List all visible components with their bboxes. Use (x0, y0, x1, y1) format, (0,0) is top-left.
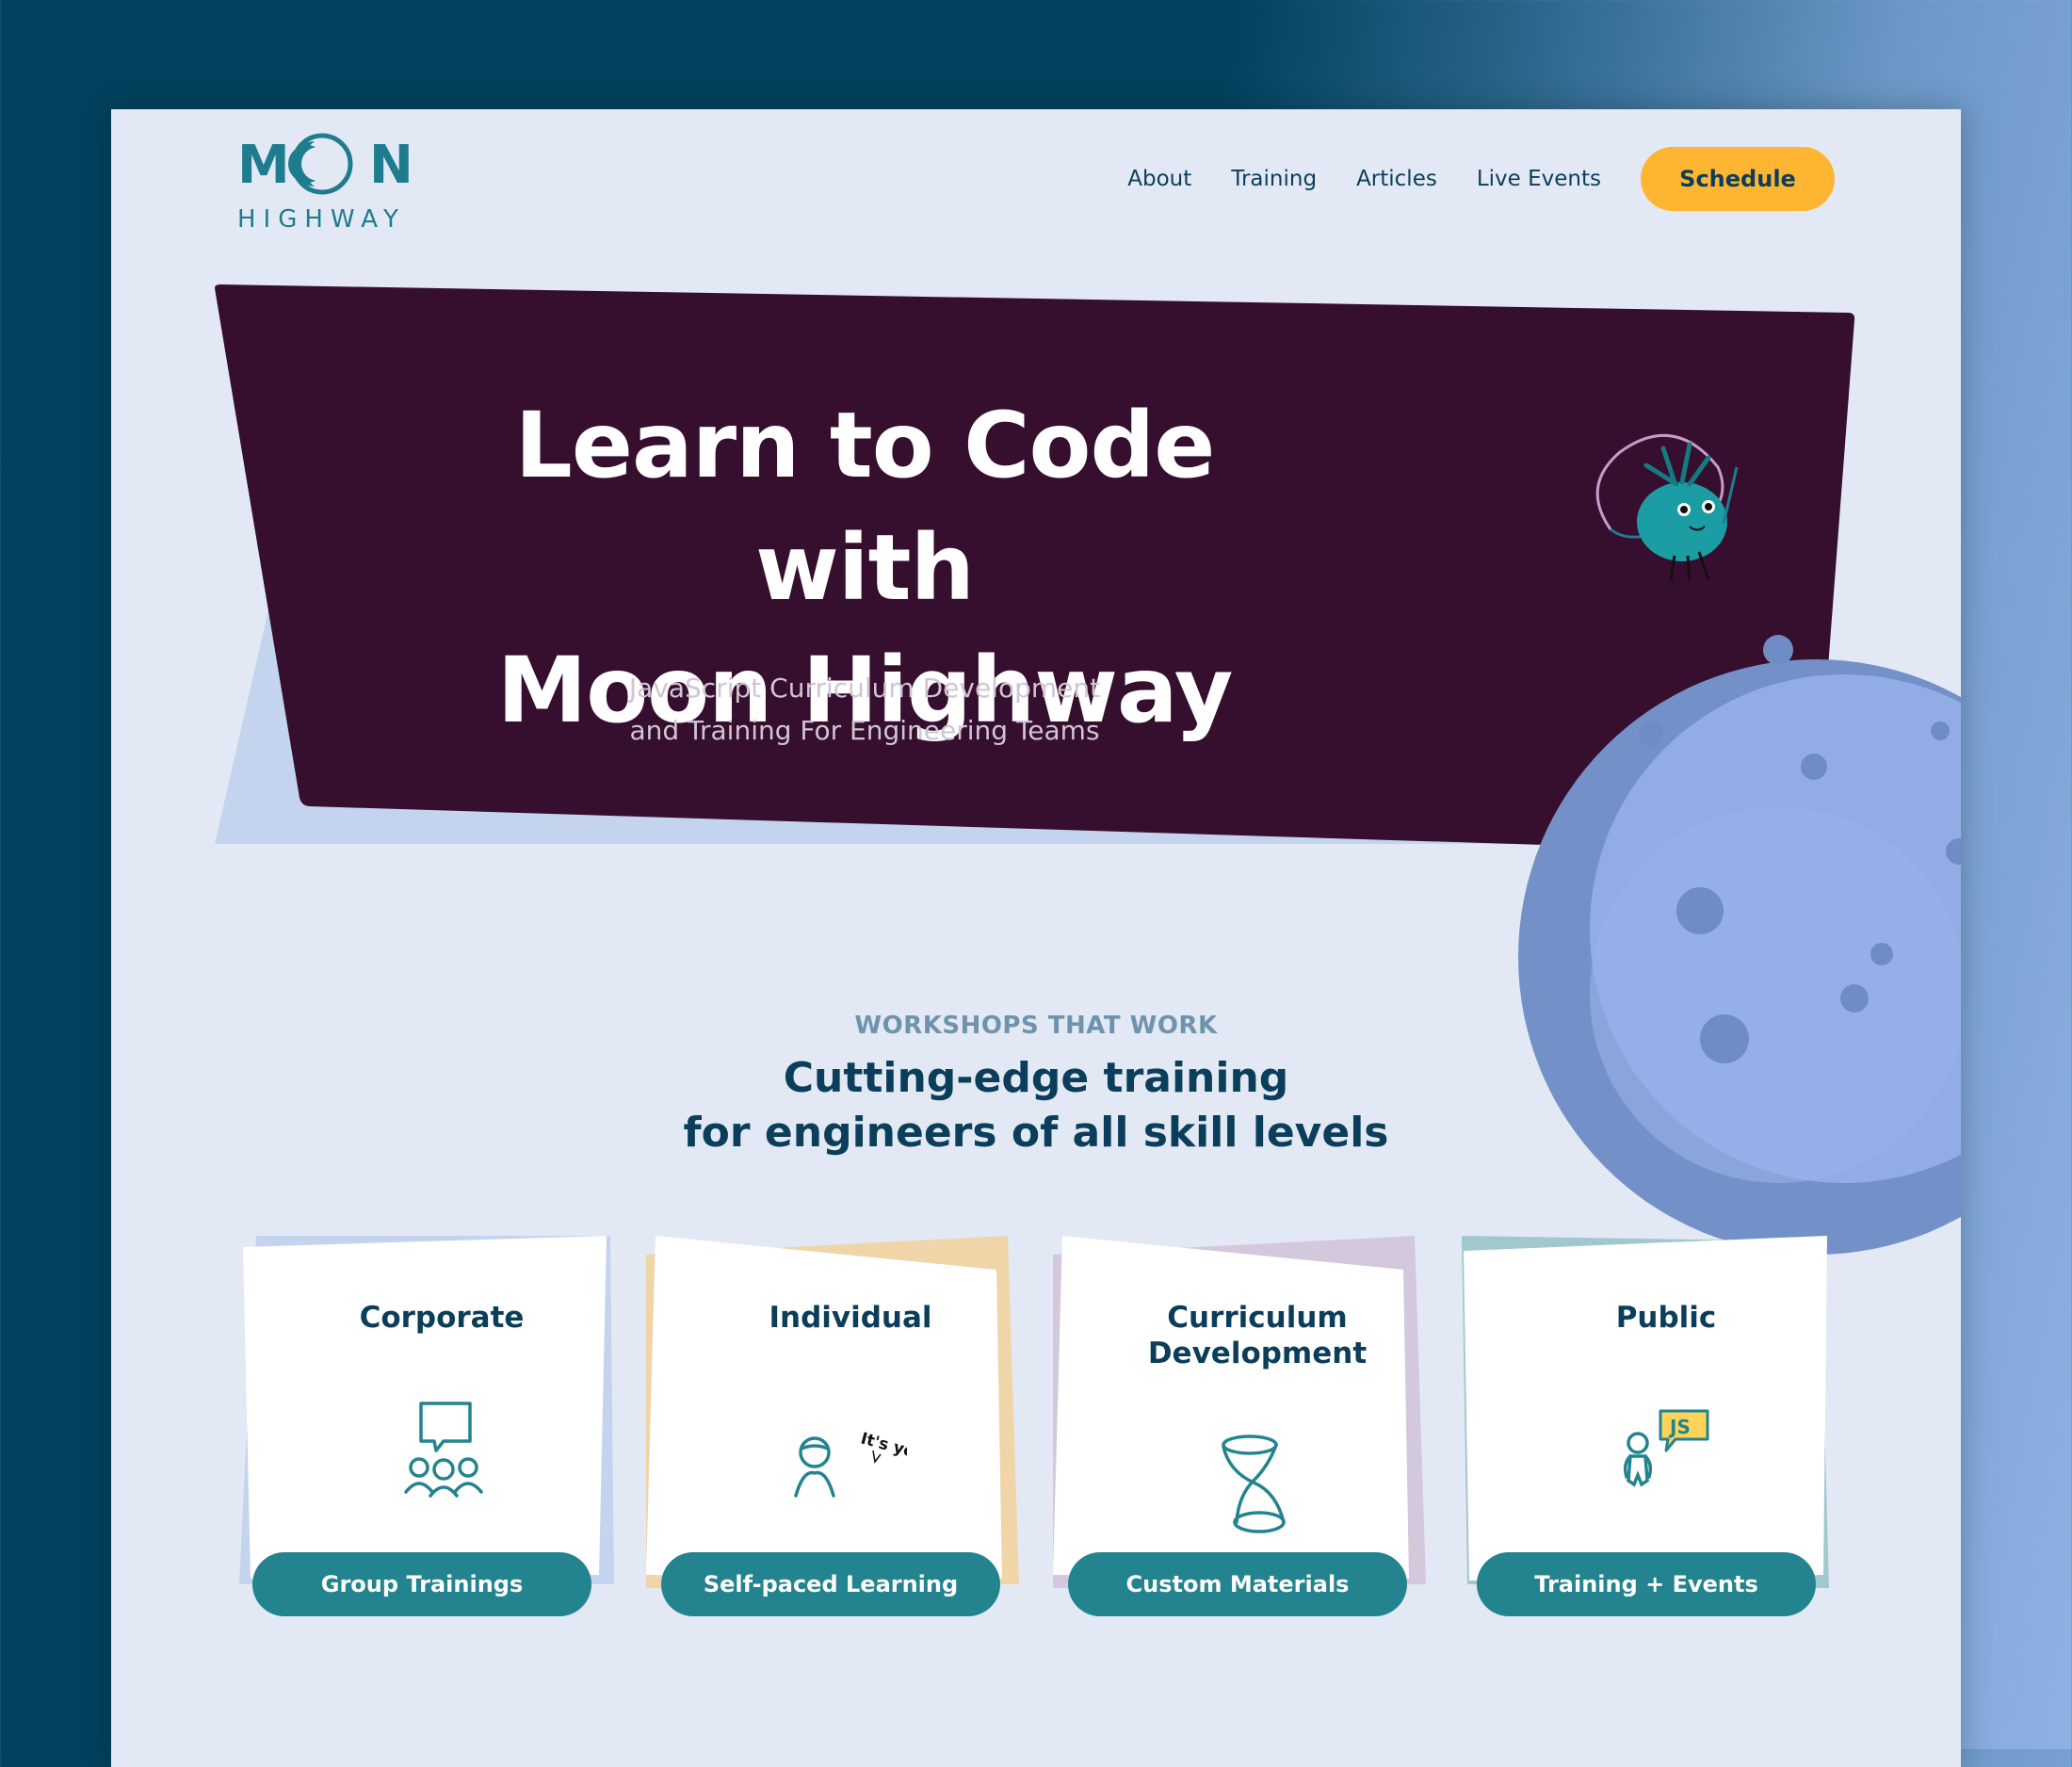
hourglass-icon (1222, 1435, 1286, 1533)
svg-text:It's you: It's you (859, 1430, 907, 1466)
group-trainings-button[interactable]: Group Trainings (252, 1552, 591, 1616)
card-title-line1: Curriculum (1167, 1301, 1348, 1335)
card-title: Curriculum Development (1053, 1300, 1462, 1371)
card-curriculum-development: Curriculum Development Custom Materials (1053, 1236, 1426, 1629)
person-its-you-icon: It's you (794, 1430, 907, 1498)
card-title: Individual (769, 1301, 932, 1335)
card-individual: Individual It's you Self-paced Learning (646, 1236, 1019, 1629)
card-title-line2: Development (1147, 1337, 1368, 1370)
web-page: M N HIGHWAY About Training Articles Live… (111, 109, 1961, 1767)
person-js-icon: JS (1623, 1409, 1709, 1487)
self-paced-learning-button[interactable]: Self-paced Learning (661, 1552, 1000, 1616)
section-eyebrow: WORKSHOPS THAT WORK (854, 1012, 1218, 1040)
card-public: Public JS Training + Events (1462, 1236, 1833, 1629)
section-title: Cutting-edge training for engineers of a… (111, 1051, 1961, 1160)
section-title-line2: for engineers of all skill levels (683, 1109, 1389, 1157)
hero-subtitle: JavaScript Curriculum Development and Tr… (582, 667, 1147, 752)
card-corporate: Corporate Group Trainings (237, 1236, 614, 1629)
card-title: Public (1615, 1301, 1717, 1335)
training-events-button[interactable]: Training + Events (1477, 1552, 1816, 1616)
svg-text:JS: JS (1668, 1416, 1691, 1438)
hero-title-line1: Learn to Code with (514, 393, 1216, 621)
group-chat-icon (404, 1402, 483, 1498)
section-title-line1: Cutting-edge training (783, 1054, 1289, 1102)
hero-subtitle-line2: and Training For Engineering Teams (629, 715, 1100, 746)
card-title: Corporate (359, 1301, 525, 1335)
custom-materials-button[interactable]: Custom Materials (1068, 1552, 1407, 1616)
hero-subtitle-line1: JavaScript Curriculum Development (628, 673, 1101, 704)
